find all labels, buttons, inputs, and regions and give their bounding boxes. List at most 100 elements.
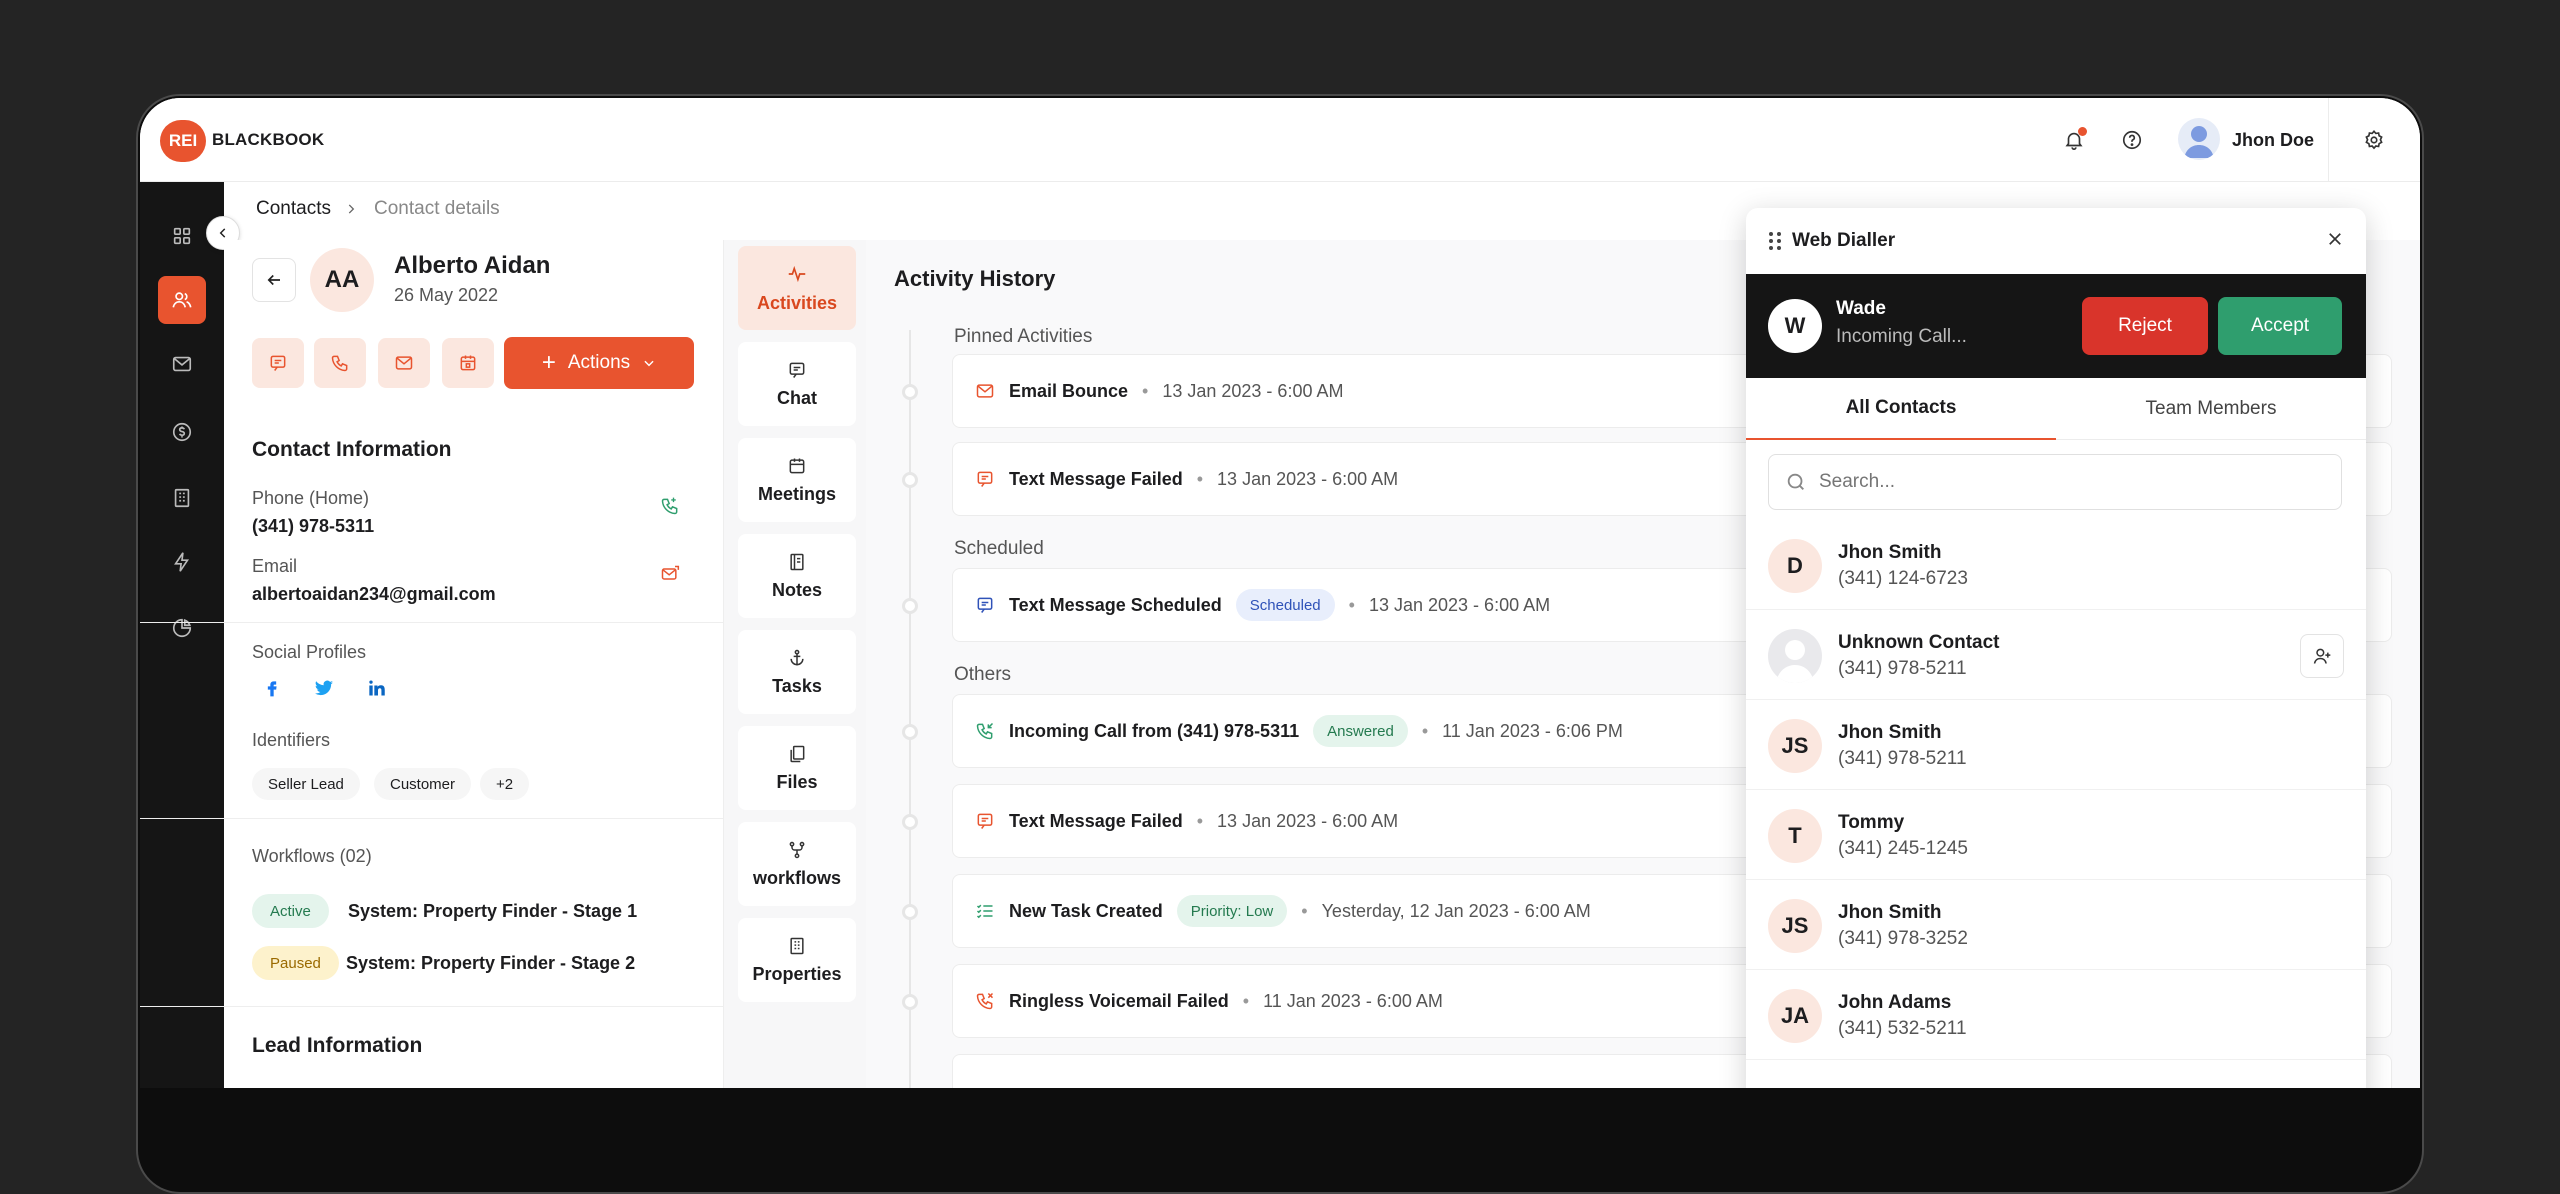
contact-list-item[interactable]: Unknown Contact (341) 978-5211 [1746, 610, 2366, 700]
help-icon[interactable] [2118, 126, 2146, 154]
tab-label: Files [776, 771, 818, 792]
call-phone-icon[interactable] [660, 496, 680, 516]
email-value[interactable]: albertoaidan234@gmail.com [252, 584, 496, 605]
email-label: Email [252, 556, 298, 576]
add-contact-button[interactable] [2300, 634, 2344, 678]
activity-title-text: Text Message Failed [1009, 810, 1183, 831]
tab-files[interactable]: Files [738, 726, 856, 810]
tab-activities[interactable]: Activities [738, 246, 856, 330]
add-user-icon [2313, 648, 2331, 664]
contact-phone: (341) 978-3252 [1838, 928, 1968, 949]
app-screen: REI BLACKBOOK Jhon Doe Contacts Contact … [140, 98, 2420, 1088]
contact-name: Alberto Aidan [394, 252, 551, 279]
contact-list-item[interactable]: JS Jhon Smith (341) 978-5211 [1746, 700, 2366, 790]
mail-icon [976, 384, 994, 398]
activity-title-text: Email Bounce [1009, 380, 1129, 401]
workflow-status-active: Active [252, 894, 329, 928]
message-icon [270, 355, 286, 371]
linkedin-icon[interactable] [366, 678, 386, 698]
dialler-tabs: All Contacts Team Members [1746, 378, 2366, 440]
sidebar-item-buildings[interactable] [158, 474, 206, 522]
files-icon [790, 745, 805, 762]
status-badge: Answered [1313, 715, 1408, 747]
user-avatar[interactable] [2178, 118, 2220, 160]
group-scheduled: Scheduled [954, 538, 1044, 559]
facebook-icon[interactable] [262, 678, 282, 698]
tab-tasks[interactable]: Tasks [738, 630, 856, 714]
workflow-name[interactable]: System: Property Finder - Stage 1 [348, 901, 637, 922]
tab-all-contacts[interactable]: All Contacts [1746, 378, 2056, 440]
sidebar-item-contacts[interactable] [158, 276, 206, 324]
actions-button[interactable]: + Actions [504, 337, 694, 389]
search-input[interactable] [1819, 471, 2299, 493]
separator-dot: • [1301, 900, 1308, 921]
identifier-chip[interactable]: Customer [374, 768, 472, 800]
tab-team-members[interactable]: Team Members [2056, 378, 2366, 440]
contact-list-item[interactable]: JS Jhon Smith (341) 978-3252 [1746, 880, 2366, 970]
contact-phone: (341) 532-5211 [1838, 1018, 1967, 1039]
activity-time: 13 Jan 2023 - 6:00 AM [1217, 810, 1399, 831]
reject-button[interactable]: Reject [2082, 297, 2208, 355]
contact-avatar: AA [310, 248, 374, 312]
workflow-name[interactable]: System: Property Finder - Stage 2 [346, 953, 635, 974]
tab-notes[interactable]: Notes [738, 534, 856, 618]
sidebar-item-dashboard[interactable] [158, 212, 206, 260]
tab-chat[interactable]: Chat [738, 342, 856, 426]
gear-icon[interactable] [2360, 126, 2388, 154]
incoming-call-icon [976, 722, 994, 740]
activity-time: 11 Jan 2023 - 6:06 PM [1442, 720, 1623, 741]
caller-name: Wade [1836, 298, 1886, 319]
identifier-more-chip[interactable]: +2 [480, 768, 530, 800]
checklist-icon [976, 904, 993, 919]
timeline-dot [902, 384, 918, 400]
tab-properties[interactable]: Properties [738, 918, 856, 1002]
mail-icon [395, 356, 413, 370]
bell-icon[interactable] [2060, 126, 2088, 154]
workflows-title: Workflows (02) [252, 846, 372, 866]
breadcrumb-root[interactable]: Contacts [256, 198, 331, 220]
separator-dot: • [1242, 990, 1250, 1011]
search-box[interactable] [1768, 454, 2342, 510]
back-button[interactable] [252, 258, 296, 302]
divider [140, 1006, 724, 1007]
call-button[interactable] [314, 338, 366, 388]
email-button[interactable] [378, 338, 430, 388]
sidebar-item-mail[interactable] [158, 340, 206, 388]
accept-button[interactable]: Accept [2218, 297, 2342, 355]
close-icon[interactable] [2326, 230, 2344, 248]
tab-meetings[interactable]: Meetings [738, 438, 856, 522]
schedule-button[interactable] [442, 338, 494, 388]
send-email-icon[interactable] [660, 564, 680, 584]
drag-handle-icon[interactable] [1768, 230, 1782, 252]
tab-label: Tasks [772, 675, 822, 696]
divider [140, 818, 724, 819]
contact-avatar: JS [1768, 719, 1822, 773]
sidebar-item-automation[interactable] [158, 538, 206, 586]
identifier-chip[interactable]: Seller Lead [252, 768, 360, 800]
building-icon [174, 488, 190, 508]
activity-title-text: Text Message Scheduled [1009, 594, 1222, 615]
activity-title-text: Ringless Voicemail Failed [1009, 990, 1229, 1011]
timeline-dot [902, 814, 918, 830]
phone-label: Phone (Home) [252, 488, 370, 508]
chevron-down-icon [644, 360, 654, 367]
tab-label: Properties [752, 963, 842, 984]
contact-list-item[interactable]: D Jhon Smith (341) 124-6723 [1746, 520, 2366, 610]
sidebar-item-reports[interactable] [158, 604, 206, 652]
activity-title-text: Incoming Call from (341) 978-5311 [1009, 720, 1300, 741]
tab-workflows[interactable]: workflows [738, 822, 856, 906]
sms-button[interactable] [252, 338, 304, 388]
sidebar-item-finance[interactable] [158, 408, 206, 456]
twitter-icon[interactable] [314, 680, 334, 698]
timeline-dot [902, 724, 918, 740]
top-bar: REI BLACKBOOK Jhon Doe [140, 98, 2420, 182]
contact-list-item[interactable]: T Tommy (341) 245-1245 [1746, 790, 2366, 880]
chat-icon [789, 362, 805, 378]
phone-value[interactable]: (341) 978-5311 [252, 516, 374, 537]
timeline-dot [902, 994, 918, 1010]
identifiers-label: Identifiers [252, 730, 331, 750]
lead-info-title: Lead Information [252, 1034, 423, 1057]
contact-list-item[interactable]: JA John Adams (341) 532-5211 [1746, 970, 2366, 1060]
activity-title-text: New Task Created [1009, 900, 1163, 921]
user-name[interactable]: Jhon Doe [2232, 130, 2314, 151]
